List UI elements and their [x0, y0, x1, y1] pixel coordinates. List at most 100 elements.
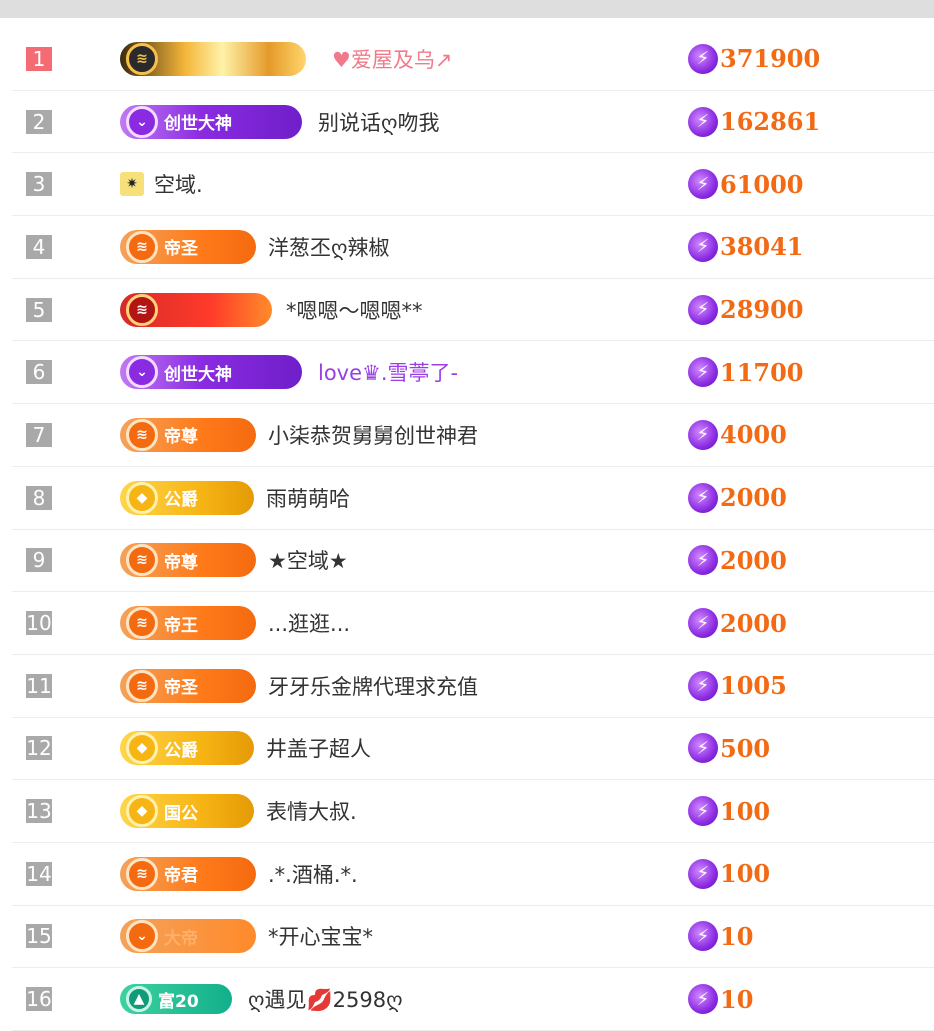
user-name[interactable]: 牙牙乐金牌代理求充值 — [268, 671, 478, 701]
lightning-coin-icon: ⚡ — [688, 921, 718, 952]
lightning-coin-icon: ⚡ — [688, 608, 718, 639]
rank-number: 13 — [26, 799, 52, 824]
user-name[interactable]: 空域. — [154, 169, 203, 199]
amount-value: 100 — [720, 796, 771, 826]
user-name[interactable]: ♥爱屋及乌↗ — [332, 44, 452, 74]
contribution-amount: ⚡ 2000 — [688, 482, 787, 513]
rank-number: 7 — [26, 422, 52, 447]
lightning-coin-icon: ⚡ — [688, 796, 718, 827]
amount-value: 500 — [720, 733, 771, 763]
badge-label: 富20 — [158, 991, 199, 1012]
rank-emblem-icon: ⌄ — [126, 920, 158, 953]
noble-rank-badge: ◆ 公爵 — [120, 480, 254, 515]
amount-value: 2000 — [720, 483, 787, 513]
contribution-amount: ⚡ 371900 — [688, 43, 821, 74]
lightning-coin-icon: ⚡ — [688, 482, 718, 513]
user-name[interactable]: 洋葱丕ღ辣椒 — [268, 232, 390, 262]
user-name[interactable]: .*.酒桶.*. — [268, 859, 358, 889]
leaderboard-row[interactable]: 6 ⌄ 创世大神 love♛.雪葶了- ⚡ 11700 — [12, 341, 934, 405]
rank-number: 3 — [26, 172, 52, 197]
leaderboard-row[interactable]: 9 ≋ 帝尊 ★空域★ ⚡ 2000 — [12, 530, 934, 593]
rank-emblem-icon: ≋ — [126, 42, 158, 75]
leaderboard-row[interactable]: 11 ≋ 帝圣 牙牙乐金牌代理求充值 ⚡ 1005 — [12, 655, 934, 718]
badge-label: 帝圣 — [164, 678, 198, 699]
noble-rank-badge: ◆ 公爵 — [120, 731, 254, 766]
contribution-amount: ⚡ 2000 — [688, 608, 787, 639]
amount-value: 1005 — [720, 671, 787, 701]
rank-number: 15 — [26, 924, 52, 949]
contribution-amount: ⚡ 10 — [688, 921, 754, 952]
amount-value: 371900 — [720, 44, 821, 74]
leaderboard-row[interactable]: 15 ⌄ 大帝 *开心宝宝* ⚡ 10 — [12, 906, 934, 969]
leaderboard-row[interactable]: 5 ≋ *嗯嗯～嗯嗯** ⚡ 28900 — [12, 279, 934, 342]
leaderboard-row[interactable]: 14 ≋ 帝君 .*.酒桶.*. ⚡ 100 — [12, 843, 934, 906]
badge-label: 帝尊 — [164, 552, 198, 573]
leaderboard-row[interactable]: 13 ◆ 国公 表情大叔. ⚡ 100 — [12, 780, 934, 843]
badge-label: 帝王 — [164, 615, 198, 636]
user-name[interactable]: ★空域★ — [268, 545, 348, 575]
lightning-coin-icon: ⚡ — [688, 169, 718, 200]
amount-value: 28900 — [720, 295, 804, 325]
badge-label: 帝圣 — [164, 239, 198, 260]
user-name[interactable]: 别说话ღ吻我 — [318, 107, 440, 137]
noble-rank-badge: ≋ — [120, 41, 306, 76]
lightning-coin-icon: ⚡ — [688, 106, 718, 137]
amount-value: 10 — [720, 921, 754, 951]
lightning-coin-icon: ⚡ — [688, 43, 718, 74]
rank-emblem-icon: ◆ — [126, 795, 158, 828]
leaderboard-row[interactable]: 4 ≋ 帝圣 洋葱丕ღ辣椒 ⚡ 38041 — [12, 216, 934, 279]
user-name[interactable]: 井盖子超人 — [266, 733, 371, 763]
leaderboard-row[interactable]: 10 ≋ 帝王 ...逛逛... ⚡ 2000 — [12, 592, 934, 655]
badge-label: 帝尊 — [164, 427, 198, 448]
contribution-amount: ⚡ 162861 — [688, 106, 821, 137]
leaderboard-row[interactable]: 8 ◆ 公爵 雨萌萌哈 ⚡ 2000 — [12, 467, 934, 530]
amount-value: 100 — [720, 859, 771, 889]
rank-number: 11 — [26, 673, 52, 698]
rank-emblem-icon: ⌄ — [126, 356, 158, 389]
leaderboard-row[interactable]: 3 ✷ 空域. ⚡ 61000 — [12, 153, 934, 217]
leaderboard-row[interactable]: 16 ▲ 富20 ღ遇见💋2598ღ ⚡ 10 — [12, 968, 934, 1031]
leaderboard-row[interactable]: 12 ◆ 公爵 井盖子超人 ⚡ 500 — [12, 718, 934, 781]
noble-rank-badge: ≋ — [120, 292, 272, 327]
noble-rank-badge: ≋ 帝君 — [120, 856, 256, 891]
contribution-amount: ⚡ 4000 — [688, 419, 787, 450]
user-avatar-icon: ✷ — [120, 172, 144, 197]
amount-value: 162861 — [720, 107, 821, 137]
rank-number: 10 — [26, 611, 52, 636]
noble-rank-badge: ≋ 帝圣 — [120, 229, 256, 264]
rank-emblem-icon: ▲ — [126, 986, 152, 1013]
leaderboard-row[interactable]: 2 ⌄ 创世大神 别说话ღ吻我 ⚡ 162861 — [12, 91, 934, 154]
leaderboard-row[interactable]: 1 ≋ ♥爱屋及乌↗ ⚡ 371900 — [12, 28, 934, 91]
lightning-coin-icon: ⚡ — [688, 294, 718, 325]
amount-value: 38041 — [720, 232, 804, 262]
contribution-amount: ⚡ 38041 — [688, 231, 804, 262]
badge-label: 创世大神 — [164, 114, 232, 135]
rank-emblem-icon: ≋ — [126, 230, 158, 263]
rank-number: 5 — [26, 297, 52, 322]
user-name[interactable]: ...逛逛... — [268, 608, 350, 638]
contribution-amount: ⚡ 11700 — [688, 357, 804, 388]
badge-label: 大帝 — [164, 928, 198, 949]
user-name[interactable]: *嗯嗯～嗯嗯** — [286, 295, 423, 325]
badge-label: 帝君 — [164, 866, 198, 887]
rank-number: 8 — [26, 485, 52, 510]
rank-number: 2 — [26, 109, 52, 134]
contribution-amount: ⚡ 1005 — [688, 670, 787, 701]
user-name[interactable]: *开心宝宝* — [268, 921, 373, 951]
user-name[interactable]: love♛.雪葶了- — [318, 357, 458, 387]
lightning-coin-icon: ⚡ — [688, 231, 718, 262]
amount-value: 11700 — [720, 357, 804, 387]
noble-rank-badge: ⌄ 创世大神 — [120, 355, 302, 390]
lightning-coin-icon: ⚡ — [688, 357, 718, 388]
rank-number: 12 — [26, 736, 52, 761]
rank-number: 9 — [26, 548, 52, 573]
rank-emblem-icon: ≋ — [126, 418, 158, 451]
user-name[interactable]: 雨萌萌哈 — [266, 483, 350, 513]
rank-emblem-icon: ◆ — [126, 481, 158, 514]
leaderboard-row[interactable]: 7 ≋ 帝尊 小柒恭贺舅舅创世神君 ⚡ 4000 — [12, 404, 934, 467]
user-name[interactable]: 小柒恭贺舅舅创世神君 — [268, 420, 478, 450]
rank-emblem-icon: ≋ — [126, 669, 158, 702]
badge-label: 创世大神 — [164, 364, 232, 385]
rank-emblem-icon: ◆ — [126, 732, 158, 765]
user-name[interactable]: 表情大叔. — [266, 796, 357, 826]
